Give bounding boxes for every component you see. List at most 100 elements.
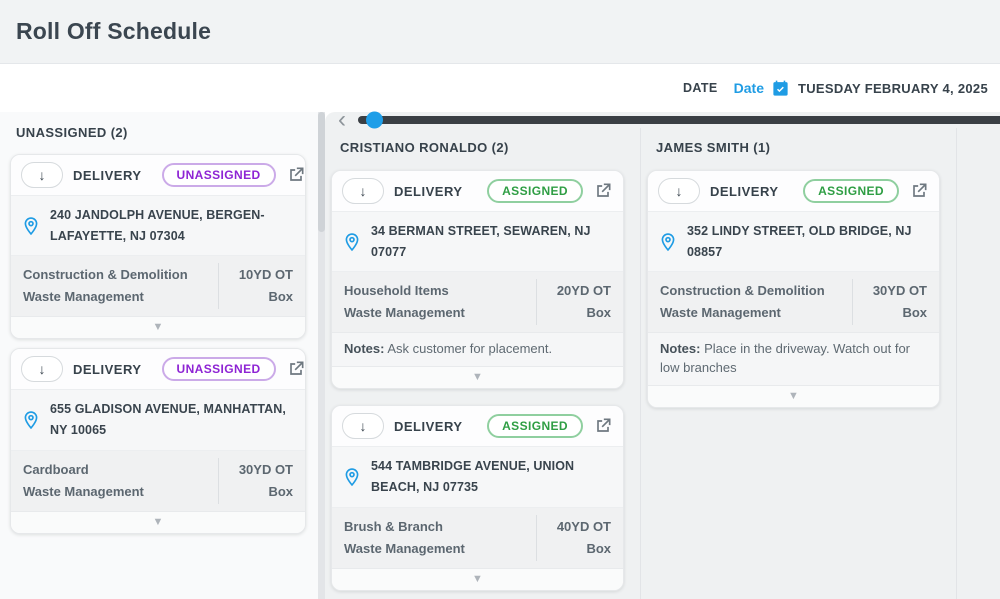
job-type-label: DELIVERY	[710, 184, 779, 199]
location-pin-icon	[342, 231, 362, 253]
location-pin-icon	[342, 466, 362, 488]
job-details-row: Household Items Waste Management 20YD OT…	[332, 272, 623, 333]
job-card-header: ↓ DELIVERY UNASSIGNED	[11, 349, 305, 390]
status-badge: ASSIGNED	[487, 414, 583, 438]
down-arrow-icon: ↓	[360, 419, 367, 433]
job-card[interactable]: ↓ DELIVERY ASSIGNED 34 BERMAN STREET, SE…	[331, 170, 624, 389]
status-badge: ASSIGNED	[487, 179, 583, 203]
job-container: Box	[865, 302, 927, 324]
job-material: Household Items	[344, 280, 524, 302]
expand-chevron-icon: ▼	[153, 322, 164, 333]
status-badge: UNASSIGNED	[162, 163, 276, 187]
external-link-icon	[593, 416, 613, 436]
job-material: Brush & Branch	[344, 516, 524, 538]
notes-label: Notes:	[660, 341, 700, 356]
job-container: Box	[549, 538, 611, 560]
driver-column: CRISTIANO RONALDO (2) ↓ DELIVERY ASSIGNE…	[325, 128, 641, 599]
card-expand-button[interactable]: ▼	[11, 317, 305, 338]
external-link-icon	[909, 181, 929, 201]
job-size: 40YD OT	[549, 516, 611, 538]
card-expand-button[interactable]: ▼	[648, 386, 939, 407]
page-title: Roll Off Schedule	[16, 18, 211, 45]
open-job-button[interactable]	[286, 359, 306, 379]
board-scrollbar-track[interactable]	[358, 116, 1000, 124]
card-expand-button[interactable]: ▼	[11, 512, 305, 533]
board-scroll-row: ‹	[325, 112, 1000, 128]
date-label: DATE	[683, 81, 718, 95]
job-type-label: DELIVERY	[73, 362, 142, 377]
card-expand-button[interactable]: ▼	[332, 569, 623, 590]
job-material: Cardboard	[23, 459, 206, 481]
sidebar-scrollbar-thumb[interactable]	[318, 112, 325, 232]
date-bar: DATE Date TUESDAY FEBRUARY 4, 2025	[0, 64, 1000, 112]
job-address: 544 TAMBRIDGE AVENUE, UNION BEACH, NJ 07…	[371, 456, 614, 497]
job-address: 352 LINDY STREET, OLD BRIDGE, NJ 08857	[687, 221, 930, 262]
open-job-button[interactable]	[593, 181, 613, 201]
job-details-row: Construction & Demolition Waste Manageme…	[11, 256, 305, 317]
job-hauler: Waste Management	[344, 538, 524, 560]
delivery-type-button[interactable]: ↓	[342, 413, 384, 439]
job-type-label: DELIVERY	[394, 184, 463, 199]
roll-off-schedule-app: Roll Off Schedule DATE Date TUESDAY FEBR…	[0, 0, 1000, 599]
down-arrow-icon: ↓	[39, 168, 46, 182]
driver-column: JAMES SMITH (1) ↓ DELIVERY ASSIGNED	[641, 128, 957, 599]
chevron-left-icon[interactable]: ‹	[334, 112, 350, 128]
job-details-row: Construction & Demolition Waste Manageme…	[648, 272, 939, 333]
job-address: 34 BERMAN STREET, SEWAREN, NJ 07077	[371, 221, 614, 262]
notes-text: Ask customer for placement.	[387, 341, 552, 356]
job-card-header: ↓ DELIVERY ASSIGNED	[332, 406, 623, 447]
driver-column-title: JAMES SMITH (1)	[656, 140, 940, 155]
card-expand-button[interactable]: ▼	[332, 367, 623, 388]
job-address-row: 352 LINDY STREET, OLD BRIDGE, NJ 08857	[648, 212, 939, 272]
job-size: 30YD OT	[865, 280, 927, 302]
job-card[interactable]: ↓ DELIVERY UNASSIGNED 655 GLADISON AVENU…	[10, 348, 306, 533]
job-hauler: Waste Management	[23, 481, 206, 503]
open-job-button[interactable]	[286, 165, 306, 185]
job-material: Construction & Demolition	[660, 280, 840, 302]
job-card[interactable]: ↓ DELIVERY ASSIGNED 544 TAMBRIDGE AVENUE…	[331, 405, 624, 590]
job-address-row: 544 TAMBRIDGE AVENUE, UNION BEACH, NJ 07…	[332, 447, 623, 507]
down-arrow-icon: ↓	[676, 184, 683, 198]
date-link[interactable]: Date	[734, 80, 764, 96]
job-card[interactable]: ↓ DELIVERY ASSIGNED 352 LINDY STREET, OL…	[647, 170, 940, 408]
unassigned-panel-title: UNASSIGNED (2)	[16, 125, 306, 140]
delivery-type-button[interactable]: ↓	[658, 178, 700, 204]
sidebar-scrollbar[interactable]	[318, 112, 325, 599]
job-container: Box	[231, 481, 293, 503]
job-hauler: Waste Management	[660, 302, 840, 324]
down-arrow-icon: ↓	[360, 184, 367, 198]
external-link-icon	[593, 181, 613, 201]
unassigned-panel: UNASSIGNED (2) ↓ DELIVERY UNASSIGNED 240…	[0, 112, 318, 599]
schedule-board: ‹ CRISTIANO RONALDO (2) ↓ DELIVERY	[325, 112, 1000, 599]
date-value: TUESDAY FEBRUARY 4, 2025	[798, 81, 988, 96]
job-address-row: 655 GLADISON AVENUE, MANHATTAN, NY 10065	[11, 390, 305, 450]
job-card-header: ↓ DELIVERY ASSIGNED	[648, 171, 939, 212]
expand-chevron-icon: ▼	[472, 372, 483, 383]
job-notes-row: Notes: Ask customer for placement.	[332, 333, 623, 367]
next-driver-column-stub	[957, 128, 1000, 599]
job-address: 655 GLADISON AVENUE, MANHATTAN, NY 10065	[50, 399, 296, 440]
job-type-label: DELIVERY	[394, 419, 463, 434]
location-pin-icon	[21, 215, 41, 237]
job-card-header: ↓ DELIVERY ASSIGNED	[332, 171, 623, 212]
job-container: Box	[549, 302, 611, 324]
delivery-type-button[interactable]: ↓	[21, 356, 63, 382]
job-size: 30YD OT	[231, 459, 293, 481]
job-address-row: 240 JANDOLPH AVENUE, BERGEN-LAFAYETTE, N…	[11, 196, 305, 256]
calendar-button[interactable]	[771, 79, 790, 98]
expand-chevron-icon: ▼	[472, 574, 483, 585]
location-pin-icon	[658, 231, 678, 253]
open-job-button[interactable]	[593, 416, 613, 436]
app-header: Roll Off Schedule	[0, 0, 1000, 64]
delivery-type-button[interactable]: ↓	[342, 178, 384, 204]
job-card-header: ↓ DELIVERY UNASSIGNED	[11, 155, 305, 196]
delivery-type-button[interactable]: ↓	[21, 162, 63, 188]
calendar-check-icon	[771, 79, 790, 98]
location-pin-icon	[21, 409, 41, 431]
job-details-row: Brush & Branch Waste Management 40YD OT …	[332, 508, 623, 569]
board-scrollbar-handle[interactable]	[366, 112, 383, 129]
job-hauler: Waste Management	[344, 302, 524, 324]
job-material: Construction & Demolition	[23, 264, 206, 286]
job-card[interactable]: ↓ DELIVERY UNASSIGNED 240 JANDOLPH AVENU…	[10, 154, 306, 339]
open-job-button[interactable]	[909, 181, 929, 201]
